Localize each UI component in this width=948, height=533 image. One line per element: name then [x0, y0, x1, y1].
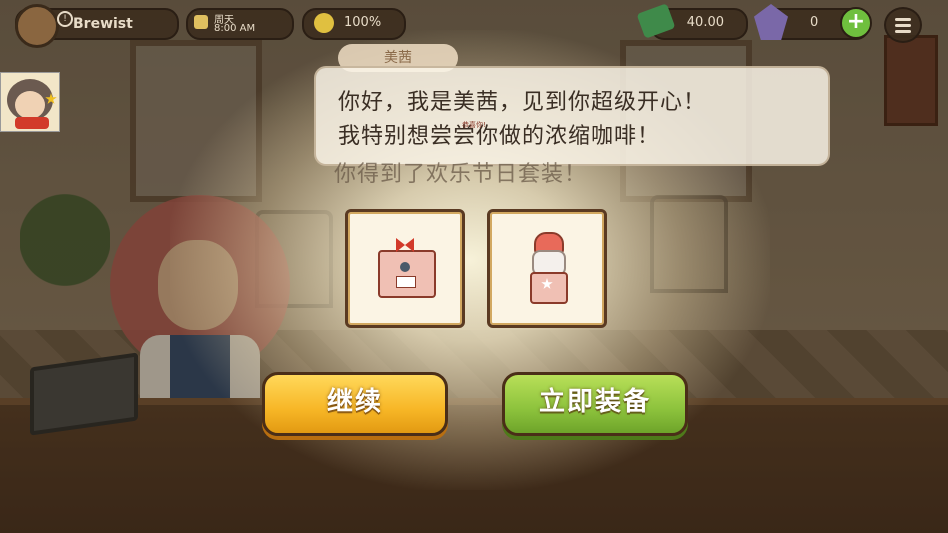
dialog-box: 你好，我是美茜，见到你超级开心！ 我特别想尝尝你做的浓缩咖啡！ [314, 66, 830, 166]
clock-time: 8:00 AM [214, 23, 256, 34]
coffee-grinder-icon [530, 232, 568, 304]
calendar-icon [194, 15, 208, 29]
player-avatar-icon[interactable] [15, 4, 59, 48]
player-name: Brewist [73, 16, 133, 32]
dialog-line-1: 你好，我是美茜，见到你超级开心！ [338, 90, 707, 115]
mood-panel: 100% [302, 8, 406, 40]
money-panel: 40.00 [636, 3, 748, 40]
reward-message: 你得到了欢乐节日套装！ [334, 162, 588, 187]
time-panel: 周天 8:00 AM [186, 8, 294, 40]
gem-panel: 0 + [754, 4, 872, 40]
reward-item-card[interactable] [345, 209, 465, 328]
visitor-portrait[interactable] [0, 72, 60, 132]
reward-item-card[interactable] [487, 209, 607, 328]
hamburger-menu-icon[interactable] [884, 7, 922, 43]
portrait-scarf [15, 117, 49, 129]
mood-value: 100% [344, 15, 382, 30]
continue-button[interactable]: 继续 [262, 372, 448, 436]
equip-now-button[interactable]: 立即装备 [502, 372, 688, 436]
espresso-machine-icon [378, 238, 436, 298]
portrait-face [15, 91, 45, 119]
add-gems-button[interactable]: + [840, 7, 872, 39]
smiley-icon [314, 13, 334, 33]
money-value: 40.00 [686, 15, 724, 30]
alert-icon: ! [57, 11, 73, 27]
player-panel[interactable]: ! Brewist [15, 4, 179, 48]
gem-count: 0 [810, 15, 819, 30]
congrats-label: 恭喜你! [462, 121, 486, 129]
dialog-line-2: 我特别想尝尝你做的浓缩咖啡！ [338, 124, 661, 149]
